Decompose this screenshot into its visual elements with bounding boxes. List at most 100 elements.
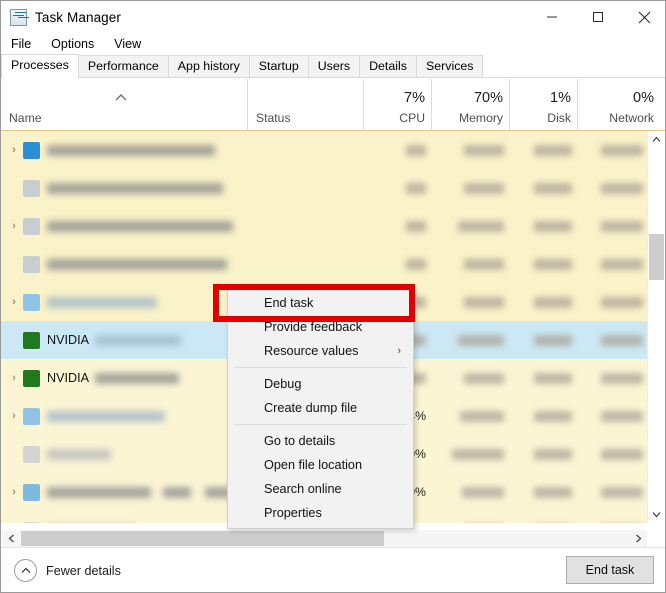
expand-chevron-icon[interactable]: › [1,220,23,232]
process-icon [23,217,40,235]
column-value-cpu: 7% [404,90,425,106]
cell-disk [510,397,578,435]
cell-disk [510,511,578,523]
horizontal-scrollbar[interactable] [2,530,647,547]
table-row[interactable]: › [1,131,649,169]
tab-app-history[interactable]: App history [167,55,250,77]
minimize-icon[interactable] [529,1,575,33]
column-header-disk[interactable]: 1% Disk [510,79,578,130]
cell-network [578,435,649,473]
cell-memory [432,511,510,523]
task-manager-icon [10,8,27,26]
window-title: Task Manager [35,9,121,25]
cell-network [578,245,649,283]
maximize-icon[interactable] [575,1,621,33]
expand-chevron-icon[interactable]: › [1,144,23,156]
cell-memory [432,207,510,245]
scroll-down-icon[interactable] [648,506,665,523]
fewer-details-button[interactable]: Fewer details [14,559,121,582]
expand-chevron-icon[interactable]: › [1,372,23,384]
expand-chevron-icon[interactable]: › [1,410,23,422]
footer-bar: Fewer details End task [1,547,665,592]
sort-ascending-icon [114,89,128,101]
menu-separator [234,424,407,425]
column-label-status: Status [256,111,291,125]
cell-disk [510,245,578,283]
context-menu-item-create-dump-file[interactable]: Create dump file [228,396,413,420]
menu-item-file[interactable]: File [9,35,40,53]
cell-network [578,511,649,523]
table-row[interactable] [1,245,649,283]
cell-network [578,207,649,245]
process-icon [23,445,40,463]
process-name-redacted [47,296,157,308]
table-row[interactable]: › [1,207,649,245]
context-menu-item-resource-values[interactable]: Resource values › [228,339,413,363]
tab-users[interactable]: Users [307,55,361,77]
cell-network [578,397,649,435]
column-header-network[interactable]: 0% Network [578,79,660,130]
process-icon [23,521,40,523]
context-menu[interactable]: End task Provide feedback Resource value… [227,288,414,529]
menu-separator [234,367,407,368]
scroll-right-icon[interactable] [629,530,647,547]
process-name-redacted [95,334,181,346]
nvidia-icon [23,369,40,387]
scrollbar-thumb-vertical[interactable] [649,234,664,280]
task-manager-window: Task Manager File Options View Processes… [0,0,666,593]
cell-network [578,321,649,359]
context-menu-item-debug[interactable]: Debug [228,372,413,396]
cell-network [578,169,649,207]
tab-performance[interactable]: Performance [77,55,169,77]
title-bar: Task Manager [1,1,665,33]
tab-startup[interactable]: Startup [248,55,309,77]
column-label-disk: Disk [547,111,571,125]
column-header-name[interactable]: Name [1,79,248,130]
process-name-redacted [47,258,227,270]
vertical-scrollbar[interactable] [647,131,665,523]
scrollbar-thumb-horizontal[interactable] [21,531,384,546]
cell-memory [432,359,510,397]
cell-memory [432,131,510,169]
process-name-redacted [47,448,111,460]
cell-cpu [364,131,432,169]
tab-processes[interactable]: Processes [1,54,79,78]
column-header-cpu[interactable]: 7% CPU [364,79,432,130]
cell-memory [432,435,510,473]
process-name-redacted [47,486,151,498]
close-icon[interactable] [621,1,665,33]
menu-item-view[interactable]: View [112,35,150,53]
context-menu-item-properties[interactable]: Properties [228,501,413,525]
expand-chevron-icon[interactable]: › [1,486,23,498]
cell-cpu [364,207,432,245]
context-menu-item-go-to-details[interactable]: Go to details [228,429,413,453]
tab-services[interactable]: Services [415,55,484,77]
process-name-redacted-2 [163,486,191,498]
cell-disk [510,473,578,511]
tab-details[interactable]: Details [359,55,417,77]
column-header-memory[interactable]: 70% Memory [432,79,510,130]
column-value-network: 0% [633,90,654,106]
cell-disk [510,131,578,169]
cell-disk [510,169,578,207]
scroll-up-icon[interactable] [648,131,665,148]
scroll-left-icon[interactable] [2,530,20,547]
cell-memory [432,473,510,511]
context-menu-item-end-task[interactable]: End task [228,291,413,315]
context-menu-item-provide-feedback[interactable]: Provide feedback [228,315,413,339]
cell-disk [510,321,578,359]
context-menu-item-search-online[interactable]: Search online [228,477,413,501]
column-header-row: Name Status 7% CPU 70% Memory 1% Disk 0%… [1,79,665,131]
cell-disk [510,359,578,397]
table-row[interactable] [1,169,649,207]
menu-item-options[interactable]: Options [49,35,103,53]
column-header-status[interactable]: Status [248,79,364,130]
cell-network [578,131,649,169]
process-name-redacted [47,144,215,156]
process-name: NVIDIA [47,333,89,347]
context-menu-label: Resource values [264,344,359,358]
context-menu-item-open-file-location[interactable]: Open file location [228,453,413,477]
column-label-name: Name [9,111,42,125]
end-task-button[interactable]: End task [566,556,654,584]
expand-chevron-icon[interactable]: › [1,296,23,308]
